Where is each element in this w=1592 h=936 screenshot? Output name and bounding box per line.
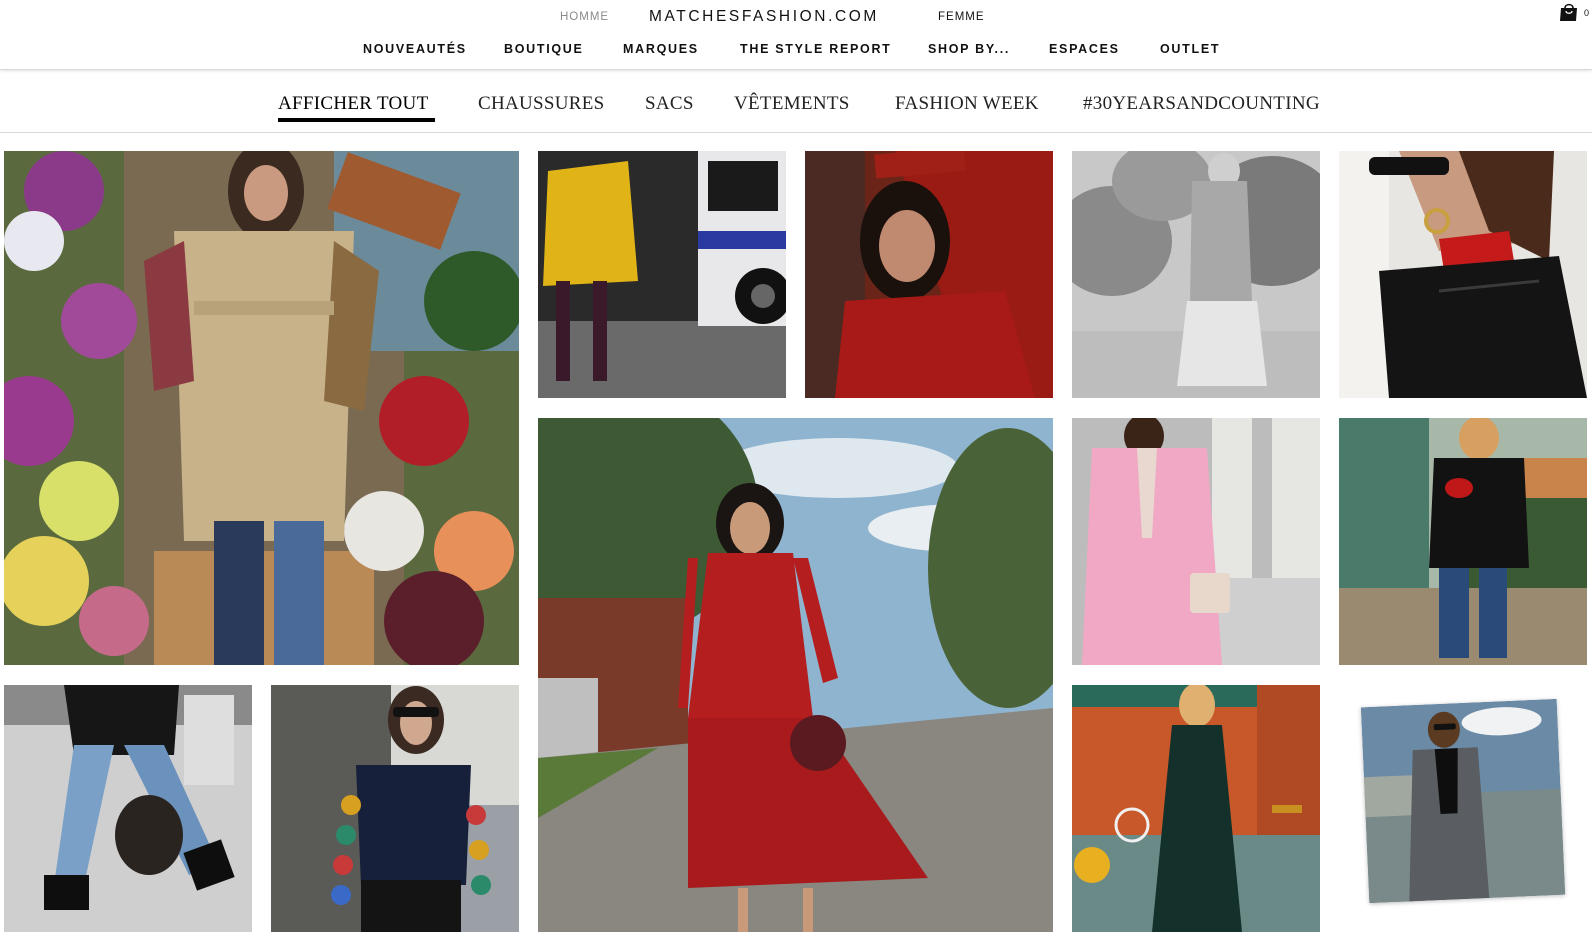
tab-chaussures[interactable]: CHAUSSURES [478,93,605,115]
photo-tile-check-suit[interactable] [1360,698,1566,904]
photo-tile-red-dress-street[interactable] [538,418,1053,932]
red-portrait-photo [805,151,1053,398]
site-header: HOMME MATCHESFASHION.COM FEMME 0 NOUVEAU… [0,0,1592,70]
bw-coat-photo [1072,151,1320,398]
brand-row: HOMME MATCHESFASHION.COM FEMME [0,8,1592,28]
trench-coat-photo [4,151,519,665]
tab-30-years[interactable]: #30YEARSANDCOUNTING [1083,93,1320,115]
nav-style-report[interactable]: THE STYLE REPORT [740,42,892,56]
bag-count: 0 [1584,8,1590,18]
main-nav: NOUVEAUTÉS BOUTIQUE MARQUES THE STYLE RE… [0,40,1592,60]
site-logo[interactable]: MATCHESFASHION.COM [649,8,879,26]
photo-tile-pink-blazer[interactable] [1072,418,1320,665]
nav-espaces[interactable]: ESPACES [1049,42,1120,56]
photo-tile-earring[interactable] [1339,151,1587,398]
jeans-heels-photo [4,685,252,932]
femme-link[interactable]: FEMME [938,11,985,23]
style-report-filter-nav: AFFICHER TOUT CHAUSSURES SACS VÊTEMENTS … [0,71,1592,133]
tab-fashion-week[interactable]: FASHION WEEK [895,93,1039,115]
photo-tile-canal[interactable] [1339,418,1587,665]
tab-sacs[interactable]: SACS [645,93,694,115]
nav-marques[interactable]: MARQUES [623,42,699,56]
nav-nouveautes[interactable]: NOUVEAUTÉS [363,42,467,56]
nav-shop-by[interactable]: SHOP BY... [928,42,1010,56]
photo-tile-crochet-sweater[interactable] [271,685,519,932]
photo-tile-red-portrait[interactable] [805,151,1053,398]
photo-tile-bw-coat[interactable] [1072,151,1320,398]
shopping-bag-icon [1560,3,1577,21]
yellow-coat-photo [538,151,786,398]
earring-photo [1339,151,1587,398]
photo-tile-green-dress[interactable] [1072,685,1320,932]
red-dress-street-photo [538,418,1053,932]
pink-blazer-photo [1072,418,1320,665]
nav-boutique[interactable]: BOUTIQUE [504,42,584,56]
crochet-sweater-photo [271,685,519,932]
photo-tile-jeans-heels[interactable] [4,685,252,932]
nav-outlet[interactable]: OUTLET [1160,42,1220,56]
homme-link[interactable]: HOMME [560,11,609,23]
photo-tile-trench-coat[interactable] [4,151,519,665]
shopping-bag[interactable]: 0 [1558,2,1592,24]
check-suit-photo [1360,698,1566,904]
tab-vetements[interactable]: VÊTEMENTS [734,93,850,115]
canal-photo [1339,418,1587,665]
tab-afficher-tout[interactable]: AFFICHER TOUT [278,93,428,115]
green-dress-photo [1072,685,1320,932]
photo-tile-yellow-coat[interactable] [538,151,786,398]
active-tab-indicator [278,118,435,122]
